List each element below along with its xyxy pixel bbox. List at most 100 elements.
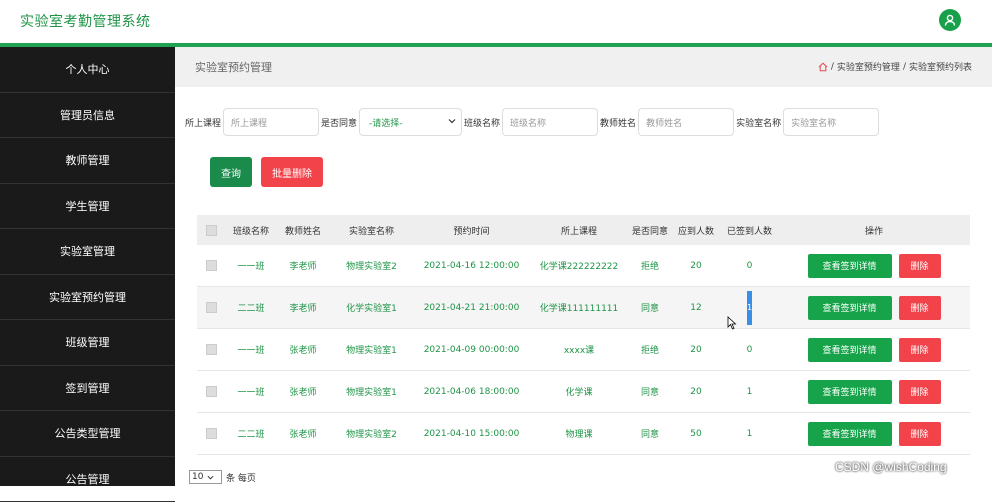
class-label: 班级名称 bbox=[464, 116, 500, 129]
user-icon[interactable] bbox=[939, 9, 961, 31]
sidebar-item-label: 公告类型管理 bbox=[55, 425, 121, 441]
sidebar-item-notice-types[interactable]: 公告类型管理 bbox=[0, 411, 175, 457]
checkbox-box[interactable] bbox=[206, 260, 217, 271]
sidebar-item-label: 教师管理 bbox=[66, 152, 110, 168]
course-input[interactable]: 所上课程 bbox=[223, 108, 319, 136]
header-class: 班级名称 bbox=[225, 224, 277, 237]
lab-input[interactable]: 实验室名称 bbox=[783, 108, 879, 136]
sidebar-item-teachers[interactable]: 教师管理 bbox=[0, 138, 175, 184]
class-input[interactable]: 班级名称 bbox=[502, 108, 598, 136]
table-row: 一一班 张老师 物理实验室1 2021-04-06 18:00:00 化学课 同… bbox=[197, 371, 970, 413]
watermark: CSDN @wishCoding bbox=[835, 460, 947, 474]
cell-course: xxxx课 bbox=[529, 343, 629, 356]
sidebar-item-labs[interactable]: 实验室管理 bbox=[0, 229, 175, 275]
teacher-input[interactable]: 教师姓名 bbox=[638, 108, 734, 136]
view-signin-detail-button[interactable]: 查看签到详情 bbox=[808, 338, 892, 362]
cell-signed: 1 bbox=[721, 429, 778, 439]
teacher-label: 教师姓名 bbox=[600, 116, 636, 129]
sidebar-item-admin[interactable]: 管理员信息 bbox=[0, 93, 175, 139]
cell-expected: 20 bbox=[671, 261, 721, 271]
checkbox-box[interactable] bbox=[206, 302, 217, 313]
row-checkbox[interactable] bbox=[197, 386, 225, 397]
delete-button[interactable]: 删除 bbox=[899, 296, 941, 320]
cell-agree: 同意 bbox=[629, 385, 671, 398]
cell-class: 一一班 bbox=[225, 259, 277, 272]
checkbox-box[interactable] bbox=[206, 428, 217, 439]
cell-time: 2021-04-10 15:00:00 bbox=[414, 429, 529, 439]
view-signin-detail-button[interactable]: 查看签到详情 bbox=[808, 296, 892, 320]
delete-button[interactable]: 删除 bbox=[899, 422, 941, 446]
cell-expected: 20 bbox=[671, 345, 721, 355]
sidebar-item-lab-reservations[interactable]: 实验室预约管理 bbox=[0, 275, 175, 321]
breadcrumb-item[interactable]: 实验室预约管理 bbox=[837, 60, 900, 73]
select-all-checkbox[interactable] bbox=[197, 225, 225, 236]
breadcrumb-item: 实验室预约列表 bbox=[909, 60, 972, 73]
chevron-down-icon bbox=[448, 117, 456, 128]
cell-lab: 化学实验室1 bbox=[329, 301, 414, 314]
title-bar: 实验室预约管理 / 实验室预约管理 / 实验室预约列表 bbox=[175, 47, 992, 87]
query-button[interactable]: 查询 bbox=[210, 157, 252, 187]
cell-time: 2021-04-16 12:00:00 bbox=[414, 261, 529, 271]
table-row: 二二班 李老师 化学实验室1 2021-04-21 21:00:00 化学课11… bbox=[197, 287, 970, 329]
cell-teacher: 张老师 bbox=[277, 385, 329, 398]
table-row: 一一班 张老师 物理实验室1 2021-04-09 00:00:00 xxxx课… bbox=[197, 329, 970, 371]
reservation-table: 班级名称 教师姓名 实验室名称 预约时间 所上课程 是否同意 应到人数 已签到人… bbox=[197, 215, 970, 455]
view-signin-detail-button[interactable]: 查看签到详情 bbox=[808, 380, 892, 404]
header-actions-label: 操作 bbox=[865, 224, 883, 237]
checkbox-box[interactable] bbox=[206, 386, 217, 397]
agree-select[interactable]: -请选择- bbox=[359, 108, 462, 136]
sidebar-item-profile[interactable]: 个人中心 bbox=[0, 47, 175, 93]
delete-button[interactable]: 删除 bbox=[899, 380, 941, 404]
cell-agree: 拒绝 bbox=[629, 343, 671, 356]
agree-select-value: -请选择- bbox=[369, 116, 403, 129]
main-content: 实验室预约管理 / 实验室预约管理 / 实验室预约列表 所上课程 所上课程 是否… bbox=[175, 47, 992, 486]
cell-teacher: 李老师 bbox=[277, 301, 329, 314]
header-agree: 是否同意 bbox=[629, 224, 671, 237]
header-lab: 实验室名称 bbox=[329, 224, 414, 237]
row-checkbox[interactable] bbox=[197, 260, 225, 271]
chevron-down-icon bbox=[207, 474, 214, 481]
cell-class: 一一班 bbox=[225, 343, 277, 356]
sidebar: 个人中心 管理员信息 教师管理 学生管理 实验室管理 实验室预约管理 班级管理 … bbox=[0, 47, 175, 486]
cell-signed: 0 bbox=[721, 345, 778, 355]
cell-agree: 拒绝 bbox=[629, 259, 671, 272]
sidebar-item-students[interactable]: 学生管理 bbox=[0, 184, 175, 230]
sidebar-item-signin[interactable]: 签到管理 bbox=[0, 366, 175, 412]
home-icon[interactable] bbox=[818, 62, 828, 72]
sidebar-item-label: 实验室管理 bbox=[60, 243, 115, 259]
view-signin-detail-button[interactable]: 查看签到详情 bbox=[808, 254, 892, 278]
cell-lab: 物理实验室2 bbox=[329, 259, 414, 272]
delete-button[interactable]: 删除 bbox=[899, 254, 941, 278]
batch-delete-button[interactable]: 批量删除 bbox=[261, 157, 323, 187]
row-checkbox[interactable] bbox=[197, 302, 225, 313]
checkbox-box[interactable] bbox=[206, 344, 217, 355]
mouse-cursor-icon bbox=[727, 316, 737, 330]
cell-time: 2021-04-06 18:00:00 bbox=[414, 387, 529, 397]
page-size-value: 10 bbox=[192, 472, 203, 482]
sidebar-item-label: 个人中心 bbox=[66, 61, 110, 77]
cell-teacher: 张老师 bbox=[277, 343, 329, 356]
row-checkbox[interactable] bbox=[197, 344, 225, 355]
filter-bar: 所上课程 所上课程 是否同意 -请选择- 班级名称 班级名称 教师姓名 教师姓名… bbox=[185, 107, 881, 137]
delete-button[interactable]: 删除 bbox=[899, 338, 941, 362]
sidebar-item-notices[interactable]: 公告管理 bbox=[0, 457, 175, 502]
cell-expected: 12 bbox=[671, 303, 721, 313]
sidebar-item-label: 管理员信息 bbox=[60, 107, 115, 123]
sidebar-item-label: 实验室预约管理 bbox=[49, 289, 126, 305]
sidebar-item-label: 学生管理 bbox=[66, 198, 110, 214]
course-label: 所上课程 bbox=[185, 116, 221, 129]
cell-time: 2021-04-21 21:00:00 bbox=[414, 303, 529, 313]
cell-course: 物理课 bbox=[529, 427, 629, 440]
sidebar-item-classes[interactable]: 班级管理 bbox=[0, 320, 175, 366]
cell-lab: 物理实验室2 bbox=[329, 427, 414, 440]
page-size-select[interactable]: 10 bbox=[189, 470, 222, 484]
checkbox-box[interactable] bbox=[206, 225, 217, 236]
sidebar-item-label: 签到管理 bbox=[66, 380, 110, 396]
pagination: 10 条 每页 bbox=[189, 470, 256, 484]
cell-agree: 同意 bbox=[629, 301, 671, 314]
view-signin-detail-button[interactable]: 查看签到详情 bbox=[808, 422, 892, 446]
cell-class: 一一班 bbox=[225, 385, 277, 398]
cell-course: 化学课222222222 bbox=[529, 259, 629, 272]
sidebar-item-label: 公告管理 bbox=[66, 471, 110, 487]
row-checkbox[interactable] bbox=[197, 428, 225, 439]
